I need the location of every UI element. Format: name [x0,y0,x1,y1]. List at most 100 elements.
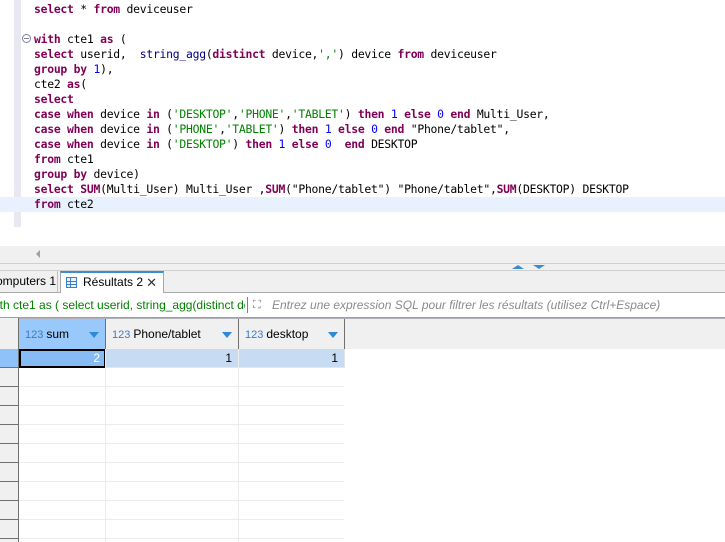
expand-icon[interactable]: ⛶ [253,298,267,312]
filter-input[interactable] [272,295,722,315]
results-grid[interactable]: 123 sum 123 Phone/tablet 123 desktop 2 1 1 [0,318,725,542]
row-number-cell[interactable] [0,349,18,368]
column-header-sum[interactable]: 123 sum [19,319,106,349]
code-line[interactable]: case when device in ('PHONE','TABLET') t… [0,122,725,137]
tab-computers-1[interactable]: omputers 1 [0,271,58,293]
row-number-cell[interactable] [0,387,18,406]
code-token: select [34,47,74,61]
code-line[interactable]: select [0,92,725,107]
row-number-column [0,318,19,542]
tab-computers-label: omputers 1 [0,274,57,288]
column-header-desktop[interactable]: 123 desktop [239,319,345,349]
code-token: ( [159,107,173,121]
code-token: 'PHONE' [172,122,220,136]
column-name: sum [46,327,70,341]
editor-horizontal-scrollbar[interactable] [32,246,725,263]
row-number-cell[interactable] [0,425,18,444]
code-token: case when [34,122,94,136]
code-line[interactable]: group by 1), [0,62,725,77]
cell-desktop[interactable]: 1 [239,349,345,368]
code-line[interactable]: from cte2 [0,197,725,212]
code-line[interactable]: case when device in ('DESKTOP') then 1 e… [0,137,725,152]
grid-line [19,519,344,520]
row-number-cell[interactable] [0,501,18,520]
code-token: ) [344,107,358,121]
sort-arrow-icon[interactable] [222,332,232,338]
grid-line [19,500,344,501]
code-token: cte2 [60,197,94,211]
code-token: ) [278,122,292,136]
code-line[interactable]: select SUM(Multi_User) Multi_User ,SUM("… [0,182,725,197]
code-line[interactable]: cte2 as( [0,77,725,92]
results-tabbar: omputers 1 Résultats 2 ✕ [0,271,725,294]
code-line[interactable]: group by device) [0,167,725,182]
code-token: in [146,122,160,136]
code-token: * [73,2,94,16]
code-token: 'DESKTOP' [172,137,233,151]
code-token: device) [86,167,140,181]
code-token: device [93,137,147,151]
code-token: case when [34,137,94,151]
code-token: , [219,122,226,136]
numeric-type-icon: 123 [112,329,131,341]
code-token: ) device [338,47,398,61]
code-line[interactable] [0,17,725,32]
code-token: 'TABLET' [225,122,279,136]
code-token: (DESKTOP) DESKTOP [516,182,629,196]
sort-arrow-icon[interactable] [89,332,99,338]
code-token: 'DESKTOP' [172,107,233,121]
grid-line [19,424,344,425]
maximize-editor-arrow-icon[interactable] [512,265,524,269]
column-header-phone-tablet[interactable]: 123 Phone/tablet [106,319,239,349]
tab-results-2[interactable]: Résultats 2 ✕ [60,271,164,294]
grid-line [19,462,344,463]
code-token: case when [34,107,94,121]
scrollbar-pad [0,246,32,263]
code-token: SUM [80,182,101,196]
sql-editor[interactable]: select * from deviceuser with cte1 as (s… [0,0,725,246]
scroll-left-arrow-icon[interactable] [36,250,40,258]
code-line[interactable]: case when device in ('DESKTOP','PHONE','… [0,107,725,122]
row-number-header[interactable] [0,319,18,349]
code-line[interactable]: with cte1 as ( [0,32,725,47]
code-token: "Phone/tablet", [404,122,510,136]
fold-toggle-icon[interactable] [22,34,31,43]
code-token: 'TABLET' [291,107,345,121]
maximize-results-arrow-icon[interactable] [533,265,545,269]
code-line[interactable]: select userid, string_agg(distinct devic… [0,47,725,62]
close-icon[interactable]: ✕ [146,273,157,292]
sql-code[interactable]: select * from deviceuser with cte1 as (s… [0,2,725,212]
row-number-cell[interactable] [0,520,18,539]
sort-arrow-icon[interactable] [328,332,338,338]
code-token: ) [232,137,246,151]
code-token: ',' [318,47,338,61]
row-number-cell[interactable] [0,482,18,501]
grid-line [19,443,344,444]
code-token: string_agg [139,47,206,61]
row-number-cell[interactable] [0,444,18,463]
row-number-cell[interactable] [0,463,18,482]
code-token: as [100,32,114,46]
code-line[interactable]: from cte1 [0,152,725,167]
code-token: end [450,107,471,121]
code-token: select [34,182,74,196]
cell-sum[interactable]: 2 [19,349,106,368]
filter-bar: ith cte1 as ( select userid, string_agg(… [0,293,725,318]
grid-line [19,386,344,387]
code-token: then [357,107,385,121]
code-token: cte2 [34,77,68,91]
code-token: , [285,107,292,121]
code-token: DESKTOP [364,137,418,151]
numeric-type-icon: 123 [25,329,44,341]
cell-phone-tablet[interactable]: 1 [106,349,239,368]
code-token: SUM [496,182,517,196]
row-number-cell[interactable] [0,406,18,425]
row-number-cell[interactable] [0,368,18,387]
grid-line [238,349,239,542]
code-token: 0 [437,107,444,121]
panel-sash[interactable] [0,263,725,271]
code-token: else [291,137,319,151]
code-line[interactable]: select * from deviceuser [0,2,725,17]
